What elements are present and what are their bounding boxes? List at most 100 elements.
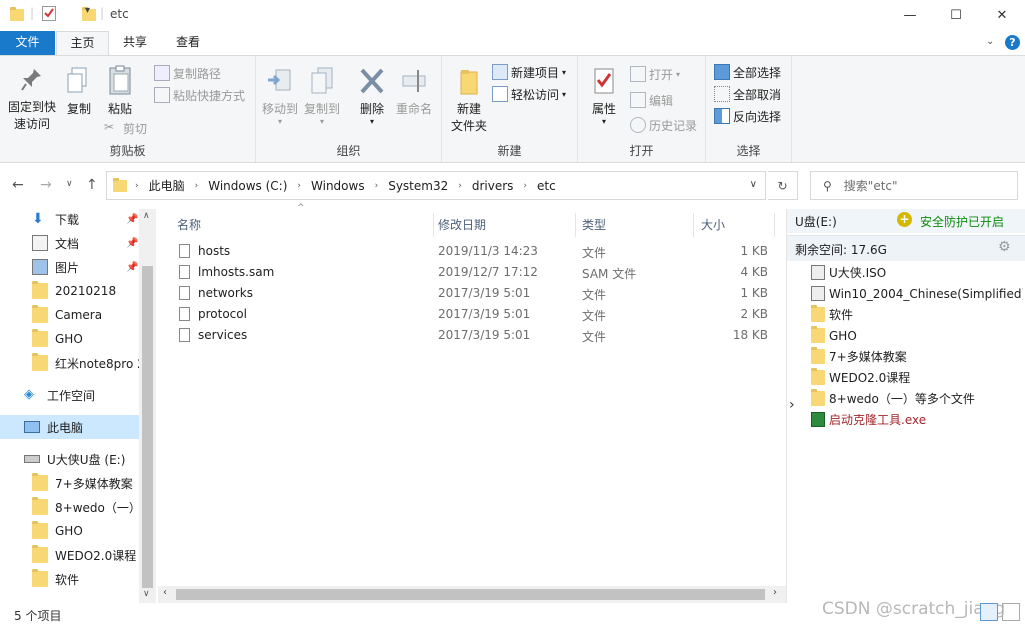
new-item-button[interactable]: 新建项目 ▾ xyxy=(492,62,566,82)
drive-file-item[interactable]: WEDO2.0课程 xyxy=(811,367,1023,388)
breadcrumb-item[interactable]: drivers xyxy=(472,179,514,193)
breadcrumb-separator-icon[interactable]: › xyxy=(195,181,199,191)
tab-share[interactable]: 共享 xyxy=(113,31,157,55)
maximize-button[interactable]: ☐ xyxy=(933,0,979,30)
scroll-up-icon[interactable]: ∧ xyxy=(143,211,150,221)
drive-file-item[interactable]: 启动克隆工具.exe xyxy=(811,409,1023,430)
horizontal-scrollbar[interactable]: ‹ › xyxy=(158,586,786,603)
nav-item-usb-drive[interactable]: U大侠U盘 (E:) xyxy=(0,447,139,471)
breadcrumb-separator-icon[interactable]: › xyxy=(375,181,379,191)
column-header-type[interactable]: 类型 xyxy=(582,213,694,237)
refresh-button[interactable]: ↻ xyxy=(768,171,798,200)
forward-arrow-icon[interactable]: → xyxy=(40,177,52,193)
nav-item-folder[interactable]: 软件 xyxy=(0,567,139,591)
drive-file-item[interactable]: Win10_2004_Chinese(Simplified) xyxy=(811,283,1023,304)
select-all-button[interactable]: 全部选择 xyxy=(714,62,781,82)
recent-locations-icon[interactable]: ∨ xyxy=(66,179,73,189)
minimize-button[interactable]: — xyxy=(887,0,933,30)
edit-button[interactable]: 编辑 xyxy=(630,90,673,110)
tab-file[interactable]: 文件 xyxy=(0,31,55,55)
nav-item-folder[interactable]: 红米note8pro 2 xyxy=(0,351,139,375)
nav-item-folder[interactable]: Camera xyxy=(0,303,139,327)
drive-file-item[interactable]: 7+多媒体教案 xyxy=(811,346,1023,367)
expand-ribbon-icon[interactable]: ⌄ xyxy=(986,36,994,47)
column-header-name[interactable]: 名称 xyxy=(177,213,434,237)
nav-scrollbar[interactable]: ∧ ∨ xyxy=(139,209,156,603)
pin-to-quick-access-button[interactable]: 固定到快 速访问 xyxy=(4,66,60,133)
breadcrumb-separator-icon[interactable]: › xyxy=(523,181,527,191)
help-icon[interactable]: ? xyxy=(1005,35,1020,50)
select-none-button[interactable]: 全部取消 xyxy=(714,84,781,104)
rename-icon xyxy=(402,70,426,92)
column-header-date[interactable]: 修改日期 xyxy=(438,213,576,237)
nav-item-folder[interactable]: 7+多媒体教案 xyxy=(0,471,139,495)
protection-status[interactable]: 安全防护已开启 xyxy=(920,213,1004,230)
breadcrumb-item[interactable]: Windows xyxy=(311,179,365,193)
copy-button[interactable]: 复制 xyxy=(62,66,96,118)
dropdown-arrow-icon: ▾ xyxy=(676,69,681,79)
easy-access-button[interactable]: 轻松访问 ▾ xyxy=(492,84,566,104)
large-icons-view-icon[interactable] xyxy=(1002,603,1020,621)
nav-item-this-pc[interactable]: 此电脑 xyxy=(0,415,139,439)
history-button[interactable]: 历史记录 xyxy=(630,115,697,135)
drive-file-item[interactable]: U大侠.ISO xyxy=(811,262,1023,283)
copy-to-button[interactable]: 复制到 ▾ xyxy=(302,66,342,126)
folder-icon xyxy=(811,389,825,406)
drive-file-item[interactable]: GHO xyxy=(811,325,1023,346)
table-row[interactable]: networks 2017/3/19 5:01 文件 1 KB xyxy=(178,283,768,304)
nav-item-documents[interactable]: 文档 📌 xyxy=(0,231,139,255)
paste-button[interactable]: 粘贴 xyxy=(100,64,140,118)
cut-button[interactable]: ✂ 剪切 xyxy=(104,118,147,138)
customize-quick-access-icon[interactable]: ▾ xyxy=(85,5,90,16)
table-row[interactable]: services 2017/3/19 5:01 文件 18 KB xyxy=(178,325,768,346)
select-none-label: 全部取消 xyxy=(733,87,782,102)
delete-button[interactable]: 删除 ▾ xyxy=(352,66,392,126)
gear-icon[interactable]: ⚙ xyxy=(998,239,1011,255)
nav-item-folder[interactable]: GHO xyxy=(0,327,139,351)
table-row[interactable]: lmhosts.sam 2019/12/7 17:12 SAM 文件 4 KB xyxy=(178,262,768,283)
nav-item-folder[interactable]: WEDO2.0课程 xyxy=(0,543,139,567)
breadcrumb-item[interactable]: Windows (C:) xyxy=(208,179,287,193)
properties-quick-icon[interactable] xyxy=(42,6,56,21)
table-row[interactable]: protocol 2017/3/19 5:01 文件 2 KB xyxy=(178,304,768,325)
column-header-size[interactable]: 大小 xyxy=(701,213,775,237)
nav-item-workspace[interactable]: ◈ 工作空间 xyxy=(0,383,139,407)
tab-view[interactable]: 查看 xyxy=(165,31,211,55)
open-button[interactable]: 打开 ▾ xyxy=(630,64,680,84)
nav-item-folder[interactable]: 8+wedo（一）多 xyxy=(0,495,139,519)
up-arrow-icon[interactable]: ↑ xyxy=(86,177,98,193)
scroll-right-icon[interactable]: › xyxy=(773,587,777,598)
drive-file-item[interactable]: 8+wedo（一）等多个文件 xyxy=(811,388,1023,409)
search-input[interactable]: ⚲ 搜索"etc" xyxy=(810,171,1018,200)
address-dropdown-icon[interactable]: ∨ xyxy=(750,179,757,190)
invert-selection-button[interactable]: 反向选择 xyxy=(714,106,781,126)
nav-item-folder[interactable]: 20210218 xyxy=(0,279,139,303)
table-row[interactable]: hosts 2019/11/3 14:23 文件 1 KB xyxy=(178,241,768,262)
paste-shortcut-button[interactable]: 粘贴快捷方式 xyxy=(154,85,245,105)
breadcrumb-separator-icon[interactable]: › xyxy=(297,181,301,191)
tab-home[interactable]: 主页 xyxy=(56,31,109,56)
details-view-icon[interactable] xyxy=(980,603,998,621)
scroll-left-icon[interactable]: ‹ xyxy=(163,587,167,598)
properties-button[interactable]: 属性 ▾ xyxy=(586,66,622,126)
drive-file-item[interactable]: 软件 xyxy=(811,304,1023,325)
nav-item-downloads[interactable]: ⬇ 下载 📌 xyxy=(0,207,139,231)
expand-pane-icon[interactable]: › xyxy=(789,397,795,413)
nav-item-folder[interactable]: GHO xyxy=(0,519,139,543)
back-arrow-icon[interactable]: ← xyxy=(12,177,24,193)
breadcrumb-item[interactable]: etc xyxy=(537,179,556,193)
scissors-icon: ✂ xyxy=(104,120,115,134)
breadcrumb-separator-icon[interactable]: › xyxy=(458,181,462,191)
breadcrumb-item[interactable]: 此电脑 xyxy=(149,177,185,194)
scroll-down-icon[interactable]: ∨ xyxy=(143,589,150,599)
close-button[interactable]: ✕ xyxy=(979,0,1025,30)
copy-path-button[interactable]: 复制路径 xyxy=(154,63,221,83)
address-bar[interactable]: › 此电脑 › Windows (C:) › Windows › System3… xyxy=(106,171,766,200)
horizontal-scroll-thumb[interactable] xyxy=(176,589,765,600)
rename-button[interactable]: 重命名 xyxy=(394,66,434,118)
breadcrumb-item[interactable]: System32 xyxy=(388,179,448,193)
move-to-button[interactable]: 移动到 ▾ xyxy=(260,66,300,126)
new-folder-button[interactable]: 新建 文件夹 xyxy=(446,66,492,135)
nav-item-pictures[interactable]: 图片 📌 xyxy=(0,255,139,279)
nav-scroll-thumb[interactable] xyxy=(142,266,153,588)
